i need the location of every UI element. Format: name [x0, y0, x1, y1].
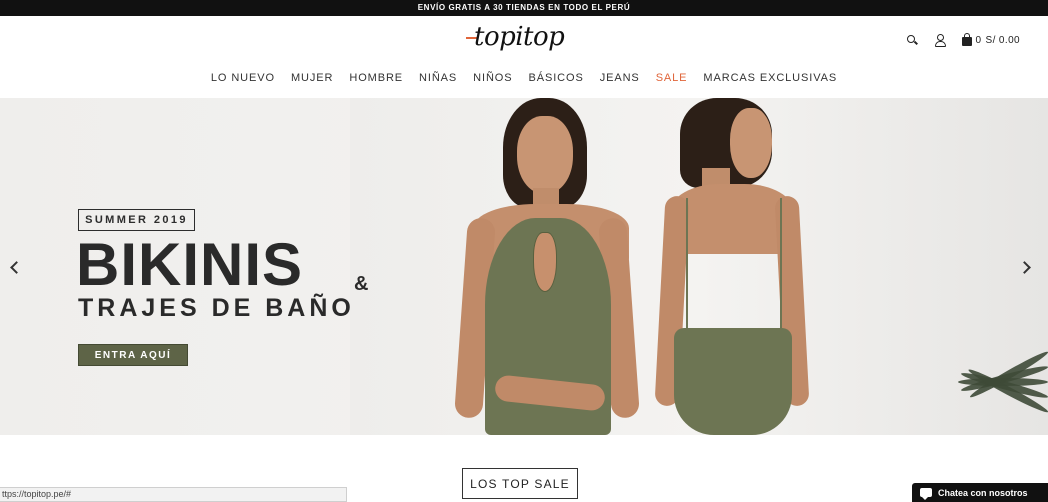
chat-label: Chatea con nosotros: [938, 487, 1028, 498]
chat-bubble-icon: [920, 488, 932, 500]
nav-item-mujer[interactable]: MUJER: [291, 72, 333, 90]
search-icon[interactable]: [906, 34, 918, 46]
bag-icon: [961, 32, 972, 46]
nav-item-lo-nuevo[interactable]: LO NUEVO: [211, 72, 275, 90]
nav-item-sale[interactable]: SALE: [656, 72, 688, 90]
nav-item-hombre[interactable]: HOMBRE: [349, 72, 403, 90]
cart-total: S/ 0.00: [985, 34, 1020, 46]
slider-prev-arrow-icon[interactable]: [6, 260, 22, 276]
cart-button[interactable]: 0 S/ 0.00: [961, 32, 1020, 46]
nav-item-ninos[interactable]: NIÑOS: [473, 72, 512, 90]
model-front-image: [454, 98, 655, 435]
logo-text: topitop: [474, 22, 565, 52]
header-actions: 0 S/ 0.00: [906, 32, 1020, 47]
top-sale-button[interactable]: LOS TOP SALE: [462, 468, 578, 499]
hero-badge: SUMMER 2019: [78, 209, 195, 231]
site-header: topitop 0 S/ 0.00: [0, 16, 1048, 66]
palm-leaves-decoration: [938, 318, 1048, 435]
nav-item-jeans[interactable]: JEANS: [600, 72, 640, 90]
slider-next-arrow-icon[interactable]: [1018, 260, 1034, 276]
nav-item-basicos[interactable]: BÁSICOS: [529, 72, 584, 90]
hero-cta-button[interactable]: ENTRA AQUÍ: [78, 344, 188, 366]
user-icon[interactable]: [934, 34, 946, 47]
browser-status-url: ttps://topitop.pe/#: [0, 487, 347, 502]
cart-count: 0: [975, 34, 982, 46]
hero-subtitle: TRAJES DE BAÑO: [78, 294, 355, 322]
logo[interactable]: topitop: [466, 22, 565, 58]
model-back-image: [654, 98, 810, 435]
hero-title: BIKINIS: [76, 231, 304, 298]
chat-widget-button[interactable]: Chatea con nosotros: [912, 483, 1048, 502]
promo-text: ENVÍO GRATIS A 30 TIENDAS EN TODO EL PER…: [417, 3, 631, 12]
promo-bar: ENVÍO GRATIS A 30 TIENDAS EN TODO EL PER…: [0, 0, 1048, 16]
nav-item-marcas-exclusivas[interactable]: MARCAS EXCLUSIVAS: [703, 72, 837, 90]
nav-item-ninas[interactable]: NIÑAS: [419, 72, 457, 90]
main-nav: LO NUEVO MUJER HOMBRE NIÑAS NIÑOS BÁSICO…: [0, 72, 1048, 90]
hero-ampersand: &: [354, 273, 369, 295]
